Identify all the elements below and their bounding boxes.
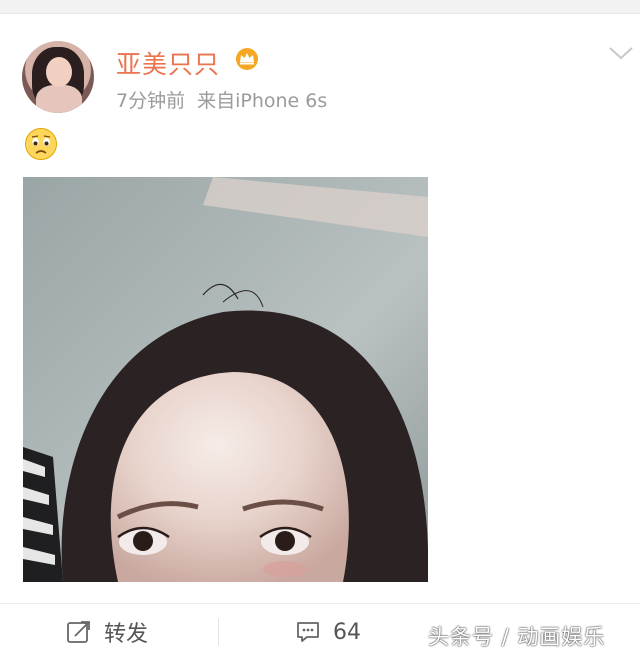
comment-icon: [297, 622, 319, 642]
divider: [0, 603, 640, 604]
source-watermark: 头条号 / 动画娱乐: [428, 625, 606, 649]
post-image[interactable]: [23, 177, 428, 582]
top-bar: [0, 0, 640, 14]
comment-button[interactable]: 64: [295, 616, 361, 648]
username[interactable]: 亚美只只: [116, 45, 220, 81]
post-time: 7分钟前: [116, 90, 186, 112]
selfie-photo: [23, 177, 428, 582]
sad-face-icon: [25, 128, 57, 160]
repost-icon: [67, 621, 90, 643]
avatar[interactable]: [22, 41, 94, 113]
post-source[interactable]: 来自iPhone 6s: [197, 90, 327, 112]
crown-icon: [236, 48, 258, 70]
chevron-down-icon[interactable]: [608, 45, 634, 61]
post-meta: 7分钟前 来自iPhone 6s: [116, 86, 327, 113]
repost-button[interactable]: 转发: [66, 616, 148, 648]
comment-count: 64: [333, 619, 361, 645]
repost-label: 转发: [104, 622, 149, 647]
weibo-post-card: 亚美只只 7分钟前 来自iPhone 6s 转发 64 头条号 / 动画娱乐: [0, 15, 640, 658]
action-separator: [218, 618, 219, 646]
